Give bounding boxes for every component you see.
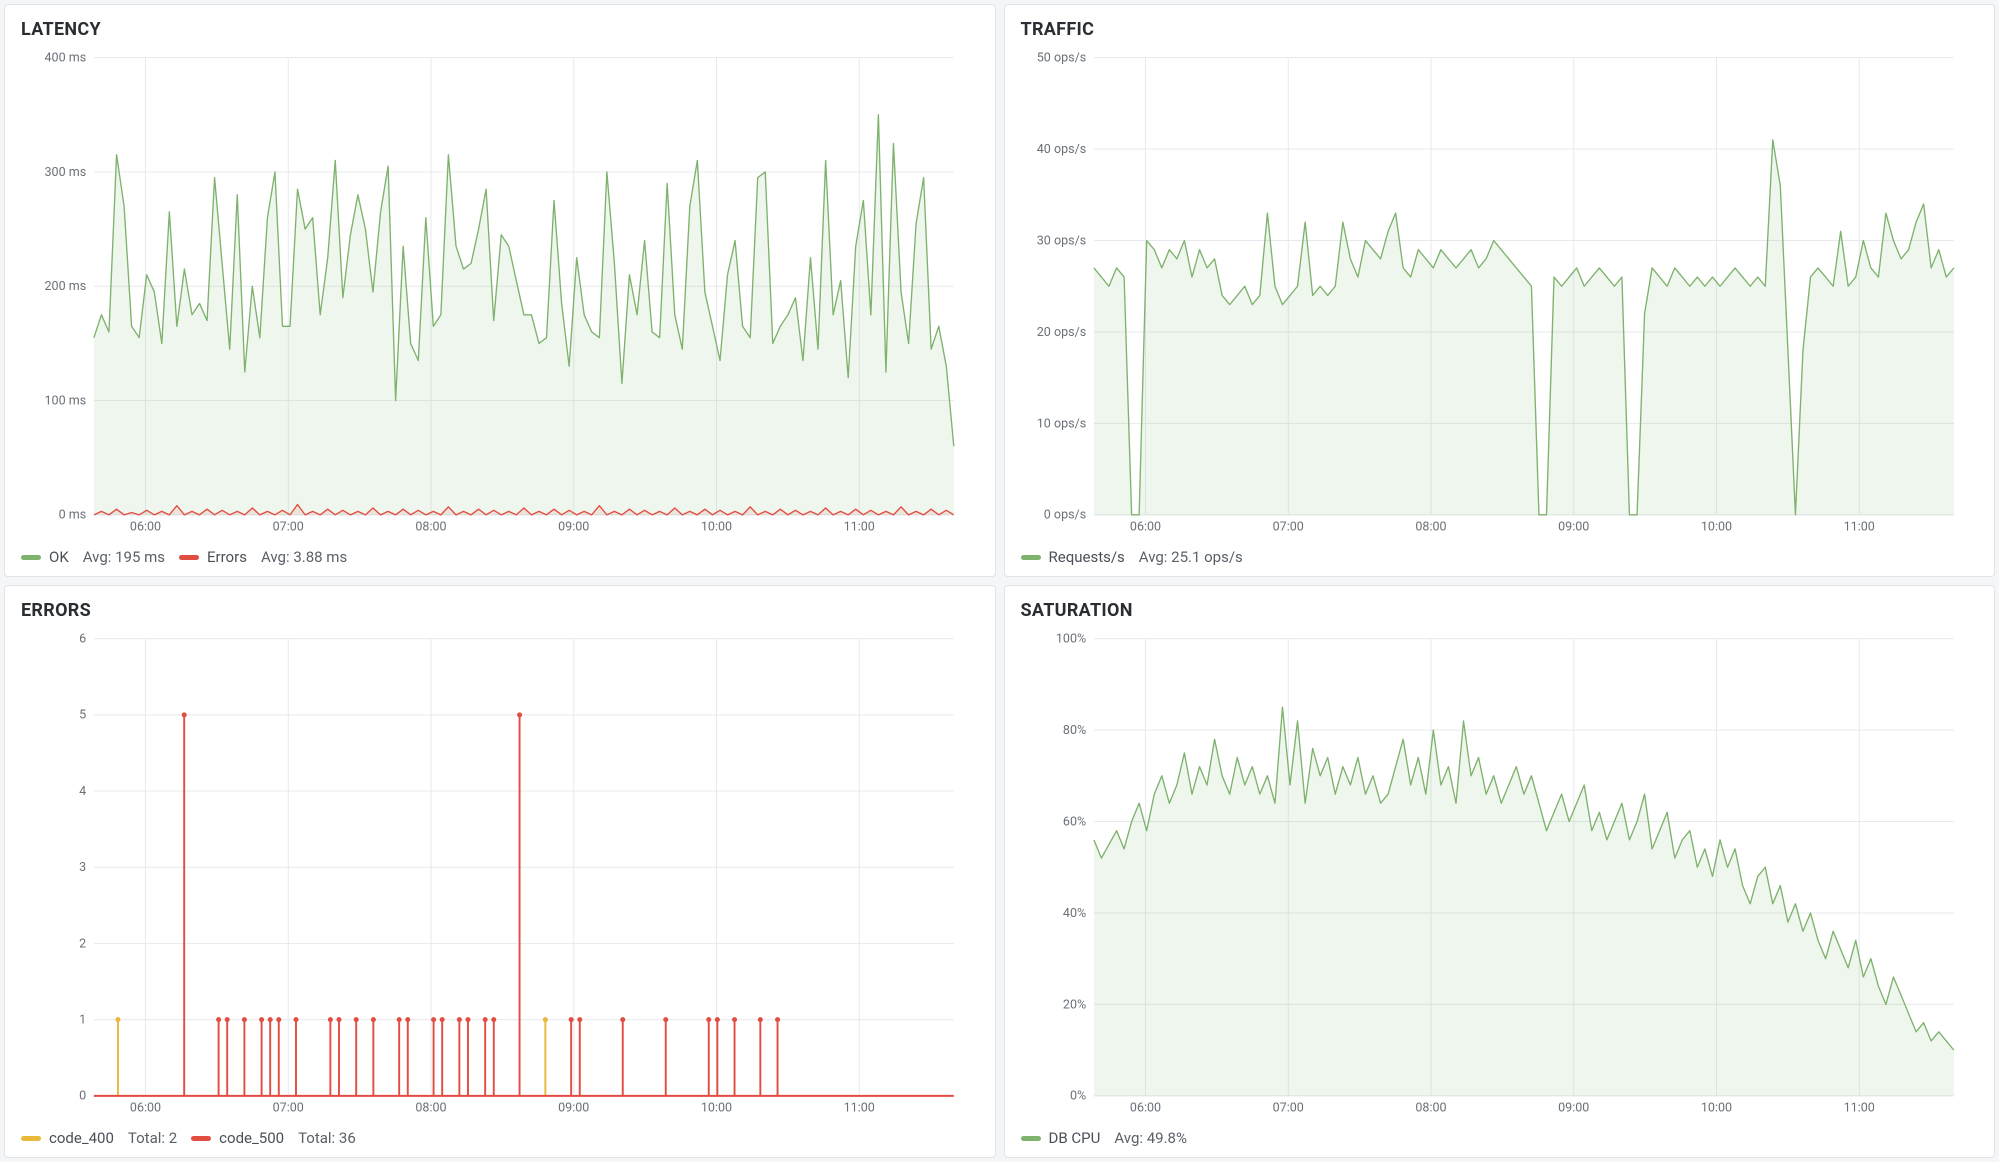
svg-text:08:00: 08:00 xyxy=(1415,1100,1446,1115)
legend-errors: code_400 Total: 2 code_500 Total: 36 xyxy=(21,1119,979,1147)
legend-stat: Total: 2 xyxy=(128,1129,177,1147)
legend-item[interactable]: code_500 xyxy=(191,1129,284,1147)
chart-latency[interactable]: 0 ms 100 ms 200 ms 300 ms 400 ms 06:00 07:00 08… xyxy=(21,48,979,538)
svg-text:10:00: 10:00 xyxy=(701,1100,732,1115)
svg-text:10:00: 10:00 xyxy=(1700,1100,1731,1115)
legend-stat-wrap: Avg: 25.1 ops/s xyxy=(1139,548,1243,566)
svg-text:08:00: 08:00 xyxy=(415,519,446,534)
legend-label: OK xyxy=(49,548,69,566)
legend-item[interactable]: code_400 xyxy=(21,1129,114,1147)
legend-traffic: Requests/s Avg: 25.1 ops/s xyxy=(1021,538,1979,566)
svg-text:06:00: 06:00 xyxy=(130,1100,161,1115)
svg-text:07:00: 07:00 xyxy=(273,519,304,534)
panel-traffic[interactable]: TRAFFIC 0 ops/s 10 ops/s 20 ops/s 30 ops/s 4… xyxy=(1004,4,1996,577)
legend-item[interactable]: OK xyxy=(21,548,69,566)
svg-text:40 ops/s: 40 ops/s xyxy=(1036,142,1085,157)
svg-text:10:00: 10:00 xyxy=(701,519,732,534)
legend-swatch xyxy=(1021,555,1041,560)
svg-text:100%: 100% xyxy=(1055,632,1085,647)
legend-swatch xyxy=(179,555,199,560)
legend-swatch xyxy=(21,1136,41,1141)
svg-text:07:00: 07:00 xyxy=(273,1100,304,1115)
svg-text:50 ops/s: 50 ops/s xyxy=(1036,51,1085,66)
legend-stat: Total: 36 xyxy=(298,1129,356,1147)
svg-text:6: 6 xyxy=(79,632,86,647)
panel-title: LATENCY xyxy=(21,19,979,40)
svg-text:5: 5 xyxy=(79,708,86,723)
legend-swatch xyxy=(191,1136,211,1141)
svg-text:200 ms: 200 ms xyxy=(45,279,87,294)
svg-text:2: 2 xyxy=(79,936,86,951)
legend-stat-wrap: Avg: 3.88 ms xyxy=(261,548,347,566)
panel-latency[interactable]: LATENCY 0 ms 100 ms 200 ms 300 ms 400 ms 06:0… xyxy=(4,4,996,577)
svg-text:20 ops/s: 20 ops/s xyxy=(1036,325,1085,340)
svg-text:10 ops/s: 10 ops/s xyxy=(1036,416,1085,431)
legend-label: DB CPU xyxy=(1049,1129,1101,1147)
legend-stat-wrap: Total: 36 xyxy=(298,1129,356,1147)
panel-title: ERRORS xyxy=(21,600,979,621)
legend-stat: Avg: 3.88 ms xyxy=(261,548,347,566)
legend-stat-wrap: Total: 2 xyxy=(128,1129,177,1147)
svg-text:4: 4 xyxy=(79,784,86,799)
svg-text:09:00: 09:00 xyxy=(1558,519,1589,534)
legend-stat: Avg: 49.8% xyxy=(1114,1129,1187,1147)
svg-text:0: 0 xyxy=(79,1089,86,1104)
panel-errors[interactable]: ERRORS 0 1 2 3 4 5 6 06:00 07:00 08:00 09:00 10:00 1… xyxy=(4,585,996,1158)
panel-title: SATURATION xyxy=(1021,600,1979,621)
svg-text:11:00: 11:00 xyxy=(844,1100,875,1115)
legend-swatch xyxy=(21,555,41,560)
svg-text:08:00: 08:00 xyxy=(1415,519,1446,534)
legend-stat: Avg: 25.1 ops/s xyxy=(1139,548,1243,566)
svg-text:100 ms: 100 ms xyxy=(45,393,87,408)
svg-text:3: 3 xyxy=(79,860,86,875)
chart-traffic[interactable]: 0 ops/s 10 ops/s 20 ops/s 30 ops/s 40 ops/s 5… xyxy=(1021,48,1979,538)
legend-item[interactable]: DB CPU xyxy=(1021,1129,1101,1147)
svg-text:08:00: 08:00 xyxy=(415,1100,446,1115)
svg-text:11:00: 11:00 xyxy=(1843,519,1874,534)
legend-stat: Avg: 195 ms xyxy=(83,548,165,566)
legend-item[interactable]: Requests/s xyxy=(1021,548,1125,566)
svg-text:06:00: 06:00 xyxy=(1129,1100,1160,1115)
panel-title: TRAFFIC xyxy=(1021,19,1979,40)
legend-label: Errors xyxy=(207,548,247,566)
legend-stat-wrap: Avg: 195 ms xyxy=(83,548,165,566)
svg-text:09:00: 09:00 xyxy=(558,519,589,534)
svg-text:400 ms: 400 ms xyxy=(45,51,87,66)
chart-errors[interactable]: 0 1 2 3 4 5 6 06:00 07:00 08:00 09:00 10:00 11:00 xyxy=(21,629,979,1119)
svg-text:0 ms: 0 ms xyxy=(59,508,87,523)
svg-text:40%: 40% xyxy=(1062,906,1085,921)
legend-saturation: DB CPU Avg: 49.8% xyxy=(1021,1119,1979,1147)
panel-saturation[interactable]: SATURATION 0%20%40%60%80%100%06:0007:000… xyxy=(1004,585,1996,1158)
svg-text:0%: 0% xyxy=(1069,1089,1085,1104)
svg-text:06:00: 06:00 xyxy=(1129,519,1160,534)
legend-swatch xyxy=(1021,1136,1041,1141)
svg-text:80%: 80% xyxy=(1062,723,1085,738)
svg-text:0 ops/s: 0 ops/s xyxy=(1043,508,1085,523)
svg-text:09:00: 09:00 xyxy=(1558,1100,1589,1115)
svg-text:09:00: 09:00 xyxy=(558,1100,589,1115)
svg-text:300 ms: 300 ms xyxy=(45,165,87,180)
svg-text:11:00: 11:00 xyxy=(844,519,875,534)
legend-label: Requests/s xyxy=(1049,548,1125,566)
legend-label: code_500 xyxy=(219,1129,284,1147)
legend-label: code_400 xyxy=(49,1129,114,1147)
svg-text:20%: 20% xyxy=(1062,997,1085,1012)
svg-text:10:00: 10:00 xyxy=(1700,519,1731,534)
svg-text:11:00: 11:00 xyxy=(1843,1100,1874,1115)
svg-text:60%: 60% xyxy=(1062,814,1085,829)
svg-text:07:00: 07:00 xyxy=(1272,519,1303,534)
legend-stat-wrap: Avg: 49.8% xyxy=(1114,1129,1187,1147)
svg-text:1: 1 xyxy=(79,1013,86,1028)
legend-latency: OK Avg: 195 ms Errors Avg: 3.88 ms xyxy=(21,538,979,566)
legend-item[interactable]: Errors xyxy=(179,548,247,566)
dashboard-grid: LATENCY 0 ms 100 ms 200 ms 300 ms 400 ms 06:0… xyxy=(4,4,1995,1158)
svg-text:06:00: 06:00 xyxy=(130,519,161,534)
chart-saturation[interactable]: 0% 20% 40% 60% 80% 100% 06:00 07:00 08:00 09:00 10… xyxy=(1021,629,1979,1119)
svg-text:07:00: 07:00 xyxy=(1272,1100,1303,1115)
svg-text:30 ops/s: 30 ops/s xyxy=(1036,233,1085,248)
